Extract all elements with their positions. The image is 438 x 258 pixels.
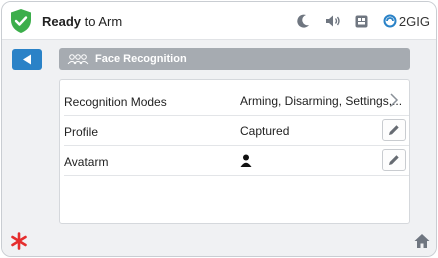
bottom-bar [2, 226, 436, 256]
row-label: Recognition Modes [64, 95, 167, 109]
edit-avatar-button[interactable] [382, 149, 406, 171]
page-title: Face Recognition [95, 53, 187, 65]
avatar-value [240, 154, 252, 170]
moon-icon[interactable] [296, 13, 312, 29]
profile-row: Profile Captured [64, 116, 409, 146]
row-label: Avatarm [64, 155, 109, 169]
shield-check-icon [11, 9, 31, 33]
pencil-icon [389, 155, 399, 165]
back-arrow-icon [23, 54, 31, 65]
emergency-asterisk-icon [11, 232, 27, 250]
edit-profile-button[interactable] [382, 119, 406, 141]
settings-list: Recognition Modes Arming, Disarming, Set… [59, 79, 410, 224]
brand-text: 2GIG [398, 13, 430, 29]
emergency-button[interactable] [10, 228, 28, 254]
row-value: Captured [240, 124, 290, 138]
page-title-bar: Face Recognition [59, 48, 410, 70]
status-icons: 2GIG [296, 12, 430, 30]
status-bar: Ready to Arm 2GIG [2, 2, 436, 40]
row-label: Profile [64, 125, 99, 139]
volume-icon[interactable] [325, 13, 341, 29]
network-icon[interactable] [354, 13, 370, 29]
arm-status-text: Ready to Arm [42, 14, 122, 29]
home-icon[interactable] [414, 233, 430, 249]
row-value: Arming, Disarming, Settings,... [240, 94, 403, 108]
back-button[interactable] [12, 49, 42, 70]
recognition-modes-row[interactable]: Recognition Modes Arming, Disarming, Set… [64, 86, 409, 116]
pencil-icon [389, 125, 399, 135]
chevron-right-icon[interactable] [387, 92, 401, 108]
avatarm-row: Avatarm [64, 146, 409, 176]
brand-logo: 2GIG [383, 14, 430, 29]
device-screen: Ready to Arm 2GIG Face Recognition Recog… [1, 1, 437, 257]
arm-status-prefix: Ready [42, 14, 82, 29]
person-icon [240, 154, 252, 167]
face-group-icon [67, 54, 89, 65]
brand-swirl-icon [383, 14, 397, 28]
arm-status-suffix: to Arm [81, 14, 123, 29]
